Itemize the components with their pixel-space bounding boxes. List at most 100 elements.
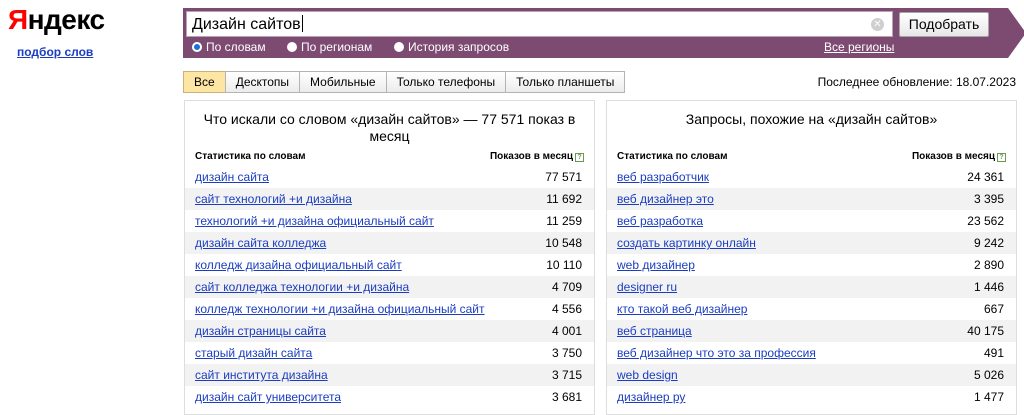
keyword-link[interactable]: дизайн сайта колледжа — [195, 236, 326, 250]
table-body: дизайн сайта 77 571 сайт технологий +и диз… — [185, 166, 594, 408]
table-header: Статистика по словам Показов в месяц? — [617, 151, 1006, 165]
keyword-link[interactable]: старый дизайн сайта — [195, 346, 312, 360]
table-row: web дизайнер 2 890 — [607, 254, 1016, 276]
table-row: дизайн сайта 77 571 — [185, 166, 594, 188]
table-row: web design 5 026 — [607, 364, 1016, 386]
table-row: технологий +и дизайна официальный сайт 11… — [185, 210, 594, 232]
keyword-link[interactable]: колледж технологии +и дизайна официальны… — [195, 302, 485, 316]
table-row: колледж дизайна официальный сайт 10 110 — [185, 254, 594, 276]
keyword-link[interactable]: колледж дизайна официальный сайт — [195, 258, 402, 272]
col-words-header: Статистика по словам — [617, 151, 728, 162]
radio-label: По регионам — [301, 40, 373, 54]
wordstat-link[interactable]: подбор слов — [17, 45, 93, 59]
impressions-count: 3 681 — [551, 390, 582, 404]
logo-first-letter: Я — [8, 4, 28, 35]
impressions-count: 491 — [983, 346, 1004, 360]
table-row: designer ru 1 446 — [607, 276, 1016, 298]
radio-dot-icon — [394, 42, 404, 52]
radio-by-regions[interactable]: По регионам — [287, 40, 372, 54]
keyword-link[interactable]: дизайн сайта — [195, 170, 269, 184]
keyword-link[interactable]: сайт технологий +и дизайна — [195, 192, 352, 206]
radio-label: По словам — [206, 40, 266, 54]
impressions-count: 3 750 — [551, 346, 582, 360]
table-row: веб разработчик 24 361 — [607, 166, 1016, 188]
impressions-count: 23 562 — [967, 214, 1004, 228]
keyword-link[interactable]: создать картинку онлайн — [617, 236, 756, 250]
impressions-count: 24 361 — [967, 170, 1004, 184]
impressions-count: 4 709 — [551, 280, 582, 294]
impressions-count: 11 259 — [546, 214, 582, 228]
panel-title: Запросы, похожие на «дизайн сайтов» — [685, 111, 938, 127]
impressions-count: 1 477 — [973, 390, 1004, 404]
text-cursor — [301, 15, 303, 32]
table-row: колледж технологии +и дизайна официальны… — [185, 298, 594, 320]
impressions-count: 11 692 — [546, 192, 582, 206]
keyword-link[interactable]: сайт института дизайна — [195, 368, 328, 382]
logo-rest: ндекс — [27, 4, 105, 35]
impressions-count: 10 548 — [545, 236, 582, 250]
search-input-value: Дизайн сайтов — [192, 16, 301, 33]
table-header: Статистика по словам Показов в месяц? — [195, 151, 584, 165]
impressions-count: 9 242 — [973, 236, 1004, 250]
radio-dot-icon — [287, 42, 297, 52]
radio-dot-icon — [192, 42, 202, 52]
impressions-count: 40 175 — [967, 324, 1004, 338]
regions-link[interactable]: Все регионы — [824, 40, 894, 54]
words-panel: Что искали со словом «дизайн сайтов» — 7… — [184, 100, 595, 415]
table-row: сайт института дизайна 3 715 — [185, 364, 594, 386]
table-row: создать картинку онлайн 9 242 — [607, 232, 1016, 254]
tab-phones[interactable]: Только телефоны — [385, 71, 507, 93]
keyword-link[interactable]: designer ru — [617, 280, 677, 294]
radio-by-words[interactable]: По словам — [192, 40, 266, 54]
impressions-count: 3 395 — [973, 192, 1004, 206]
table-row: веб страница 40 175 — [607, 320, 1016, 342]
impressions-count: 667 — [983, 302, 1004, 316]
keyword-link[interactable]: дизайн сайт университета — [195, 390, 341, 404]
impressions-count: 1 446 — [973, 280, 1004, 294]
table-row: веб разработка 23 562 — [607, 210, 1016, 232]
col-words-header: Статистика по словам — [195, 151, 306, 162]
help-icon[interactable]: ? — [997, 153, 1006, 162]
table-row: кто такой веб дизайнер 667 — [607, 298, 1016, 320]
table-row: старый дизайн сайта 3 750 — [185, 342, 594, 364]
impressions-count: 3 715 — [551, 368, 582, 382]
keyword-link[interactable]: веб разработчик — [617, 170, 709, 184]
keyword-link[interactable]: веб разработка — [617, 214, 703, 228]
radio-history[interactable]: История запросов — [394, 40, 509, 54]
radio-label: История запросов — [408, 40, 510, 54]
impressions-count: 77 571 — [545, 170, 582, 184]
table-row: сайт колледжа технологии +и дизайна 4 709 — [185, 276, 594, 298]
table-row: дизайн сайта колледжа 10 548 — [185, 232, 594, 254]
search-input[interactable]: Дизайн сайтов ✕ — [186, 11, 893, 37]
keyword-link[interactable]: сайт колледжа технологии +и дизайна — [195, 280, 409, 294]
tab-mobile[interactable]: Мобильные — [299, 71, 387, 93]
keyword-link[interactable]: веб страница — [617, 324, 692, 338]
keyword-link[interactable]: web design — [617, 368, 678, 382]
table-body: веб разработчик 24 361 веб дизайнер это 3 3… — [607, 166, 1016, 408]
tab-desktops[interactable]: Десктопы — [224, 71, 301, 93]
keyword-link[interactable]: кто такой веб дизайнер — [617, 302, 747, 316]
table-row: веб дизайнер что это за профессия 491 — [607, 342, 1016, 364]
col-count-header: Показов в месяц — [911, 151, 995, 162]
device-tabs: Все Десктопы Мобильные Только телефоны Т… — [183, 71, 626, 93]
table-row: дизайн сайт университета 3 681 — [185, 386, 594, 408]
keyword-link[interactable]: web дизайнер — [617, 258, 695, 272]
impressions-count: 4 001 — [551, 324, 582, 338]
keyword-link[interactable]: веб дизайнер что это за профессия — [617, 346, 816, 360]
last-update-text: Последнее обновление: 18.07.2023 — [817, 75, 1016, 89]
keyword-link[interactable]: веб дизайнер это — [617, 192, 714, 206]
tab-all[interactable]: Все — [183, 71, 226, 93]
table-row: дизайнер ру 1 477 — [607, 386, 1016, 408]
impressions-count: 10 110 — [546, 258, 582, 272]
help-icon[interactable]: ? — [575, 153, 584, 162]
keyword-link[interactable]: дизайн страницы сайта — [195, 324, 326, 338]
keyword-link[interactable]: дизайнер ру — [617, 390, 685, 404]
table-row: сайт технологий +и дизайна 11 692 — [185, 188, 594, 210]
yandex-logo[interactable]: Яндекс — [8, 4, 105, 36]
search-button[interactable]: Подобрать — [899, 12, 989, 37]
clear-icon[interactable]: ✕ — [871, 18, 884, 31]
table-row: веб дизайнер это 3 395 — [607, 188, 1016, 210]
panel-title: Что искали со словом «дизайн сайтов» — 7… — [203, 111, 576, 144]
tab-tablets[interactable]: Только планшеты — [505, 71, 626, 93]
keyword-link[interactable]: технологий +и дизайна официальный сайт — [195, 214, 434, 228]
